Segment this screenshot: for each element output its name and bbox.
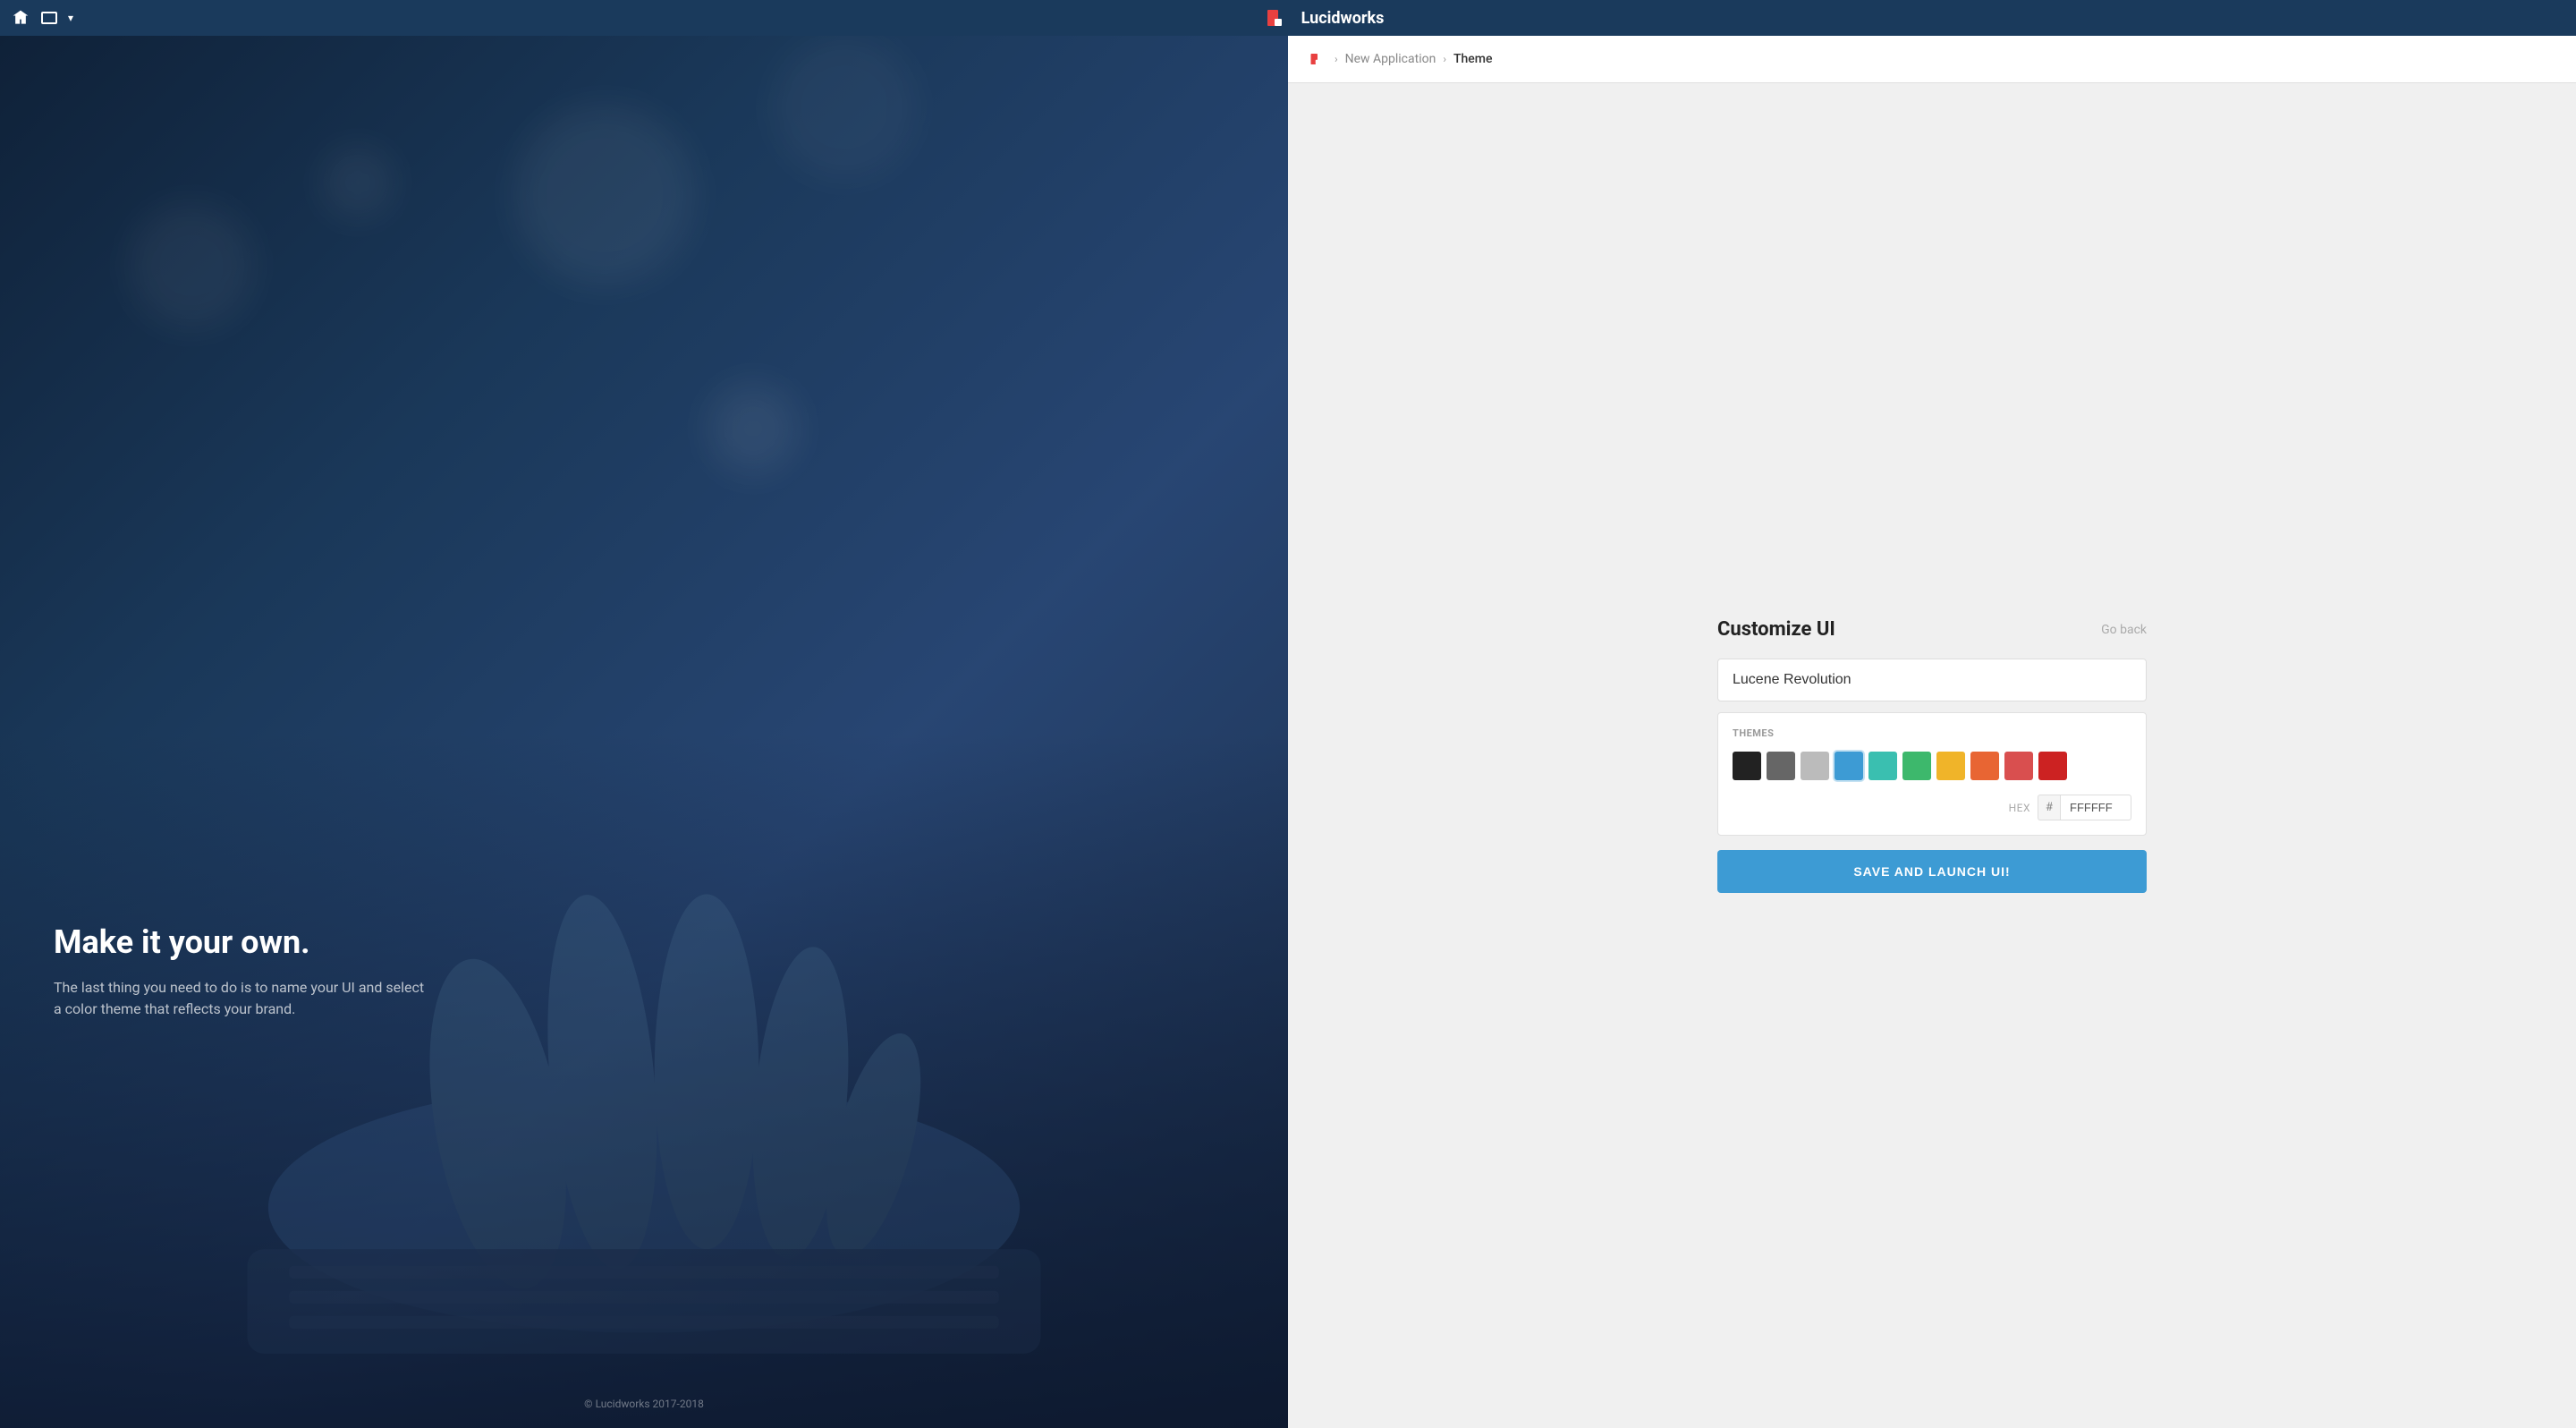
form-area: Customize UI Go back THEMES HEX # SAV <box>1288 83 2576 1428</box>
themes-label: THEMES <box>1733 727 2131 739</box>
window-icon[interactable] <box>41 12 57 24</box>
breadcrumb-new-application[interactable]: New Application <box>1345 52 1436 66</box>
color-swatch-black[interactable] <box>1733 752 1761 780</box>
form-header: Customize UI Go back <box>1717 618 2147 641</box>
hex-hash: # <box>2038 795 2060 820</box>
brand-logo <box>1266 7 1294 29</box>
left-panel: Make it your own. The last thing you nee… <box>0 36 1288 1428</box>
color-swatch-yellow[interactable] <box>1936 752 1965 780</box>
left-panel-content: Make it your own. The last thing you nee… <box>0 36 1288 1428</box>
home-icon[interactable] <box>11 8 30 28</box>
color-swatch-teal[interactable] <box>1868 752 1897 780</box>
breadcrumb-bar: › New Application › Theme <box>1288 36 2576 83</box>
copyright: © Lucidworks 2017-2018 <box>0 1398 1288 1410</box>
color-swatch-light-red[interactable] <box>2004 752 2033 780</box>
left-panel-title: Make it your own. <box>54 923 1234 962</box>
dropdown-toggle[interactable]: ▾ <box>68 12 73 24</box>
save-launch-button[interactable]: SAVE AND LAUNCH UI! <box>1717 850 2147 893</box>
color-swatch-green[interactable] <box>1902 752 1931 780</box>
hex-input[interactable] <box>2060 795 2131 820</box>
hex-label: HEX <box>2009 802 2030 814</box>
left-panel-subtitle: The last thing you need to do is to name… <box>54 977 429 1020</box>
right-panel: › New Application › Theme Customize UI G… <box>1288 36 2576 1428</box>
ui-name-input[interactable] <box>1717 659 2147 701</box>
go-back-link[interactable]: Go back <box>2101 623 2147 637</box>
breadcrumb-logo[interactable] <box>1309 50 1327 68</box>
breadcrumb-current: Theme <box>1453 52 1493 66</box>
color-swatch-light-gray[interactable] <box>1801 752 1829 780</box>
form-card: Customize UI Go back THEMES HEX # SAV <box>1717 618 2147 893</box>
topbar-brand: Lucidworks <box>84 7 2565 29</box>
hex-row: HEX # <box>1733 795 2131 820</box>
color-swatch-dark-gray[interactable] <box>1767 752 1795 780</box>
main-area: Make it your own. The last thing you nee… <box>0 36 2576 1428</box>
color-swatch-blue[interactable] <box>1835 752 1863 780</box>
color-swatches <box>1733 752 2131 780</box>
topbar: ▾ Lucidworks <box>0 0 2576 36</box>
form-title: Customize UI <box>1717 618 1835 641</box>
breadcrumb-sep-2: › <box>1443 53 1446 65</box>
themes-card: THEMES HEX # <box>1717 712 2147 836</box>
color-swatch-red[interactable] <box>2038 752 2067 780</box>
color-swatch-orange[interactable] <box>1970 752 1999 780</box>
brand-name: Lucidworks <box>1301 9 1385 28</box>
breadcrumb-sep-1: › <box>1335 53 1338 65</box>
